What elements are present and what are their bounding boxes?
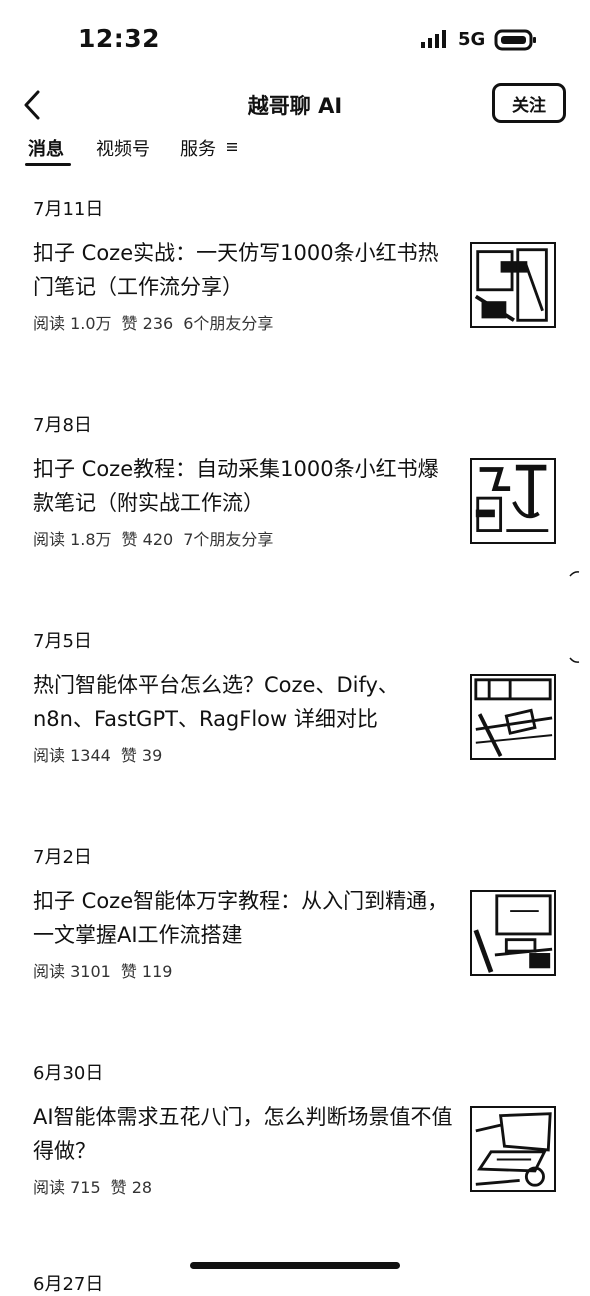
article-item[interactable]: 扣子 Coze教程：自动采集1000条小红书爆款笔记（附实战工作流） 阅读 1.…	[0, 448, 590, 558]
date-label-partial: 6月27日	[33, 1274, 104, 1295]
article-title: 扣子 Coze教程：自动采集1000条小红书爆款笔记（附实战工作流）	[33, 457, 439, 515]
active-tab-indicator	[25, 163, 71, 166]
read-count: 阅读 1.8万	[33, 530, 112, 549]
read-count: 阅读 1344	[33, 746, 111, 765]
date-label: 7月11日	[33, 199, 104, 220]
article-thumbnail-icon	[470, 242, 556, 328]
date-group: 7月5日 热门智能体平台怎么选？Coze、Dify、n8n、FastGPT、Ra…	[0, 602, 590, 818]
date-label: 7月2日	[33, 847, 92, 868]
article-thumbnail-icon	[470, 674, 556, 760]
date-group: 6月30日 AI智能体需求五花八门，怎么判断场景值不值得做？ 阅读 715 赞 2…	[0, 1034, 590, 1250]
article-title: AI智能体需求五花八门，怎么判断场景值不值得做？	[33, 1105, 453, 1163]
date-label: 7月5日	[33, 631, 92, 652]
article-stats: 阅读 1344 赞 39	[33, 742, 162, 766]
article-title: 热门智能体平台怎么选？Coze、Dify、n8n、FastGPT、RagFlow…	[33, 673, 399, 731]
article-title: 扣子 Coze实战：一天仿写1000条小红书热门笔记（工作流分享）	[33, 241, 439, 299]
like-count: 赞 236	[121, 314, 174, 333]
article-item[interactable]: 扣子 Coze智能体万字教程：从入门到精通，一文掌握AI工作流搭建 阅读 310…	[0, 880, 590, 990]
read-count: 阅读 1.0万	[33, 314, 112, 333]
menu-lines-icon[interactable]	[227, 142, 237, 152]
edge-mark-icon	[569, 657, 580, 663]
friend-shares: 7个朋友分享	[183, 530, 274, 549]
tab-services[interactable]: 服务	[180, 135, 216, 161]
article-item[interactable]: 扣子 Coze实战：一天仿写1000条小红书热门笔记（工作流分享） 阅读 1.0…	[0, 232, 590, 342]
article-item[interactable]: 热门智能体平台怎么选？Coze、Dify、n8n、FastGPT、RagFlow…	[0, 664, 590, 774]
like-count: 赞 420	[121, 530, 174, 549]
header: 越哥聊 AI 关注	[0, 80, 590, 130]
network-label: 5G	[458, 29, 486, 50]
article-stats: 阅读 1.0万赞 236 6个朋友分享	[33, 310, 273, 334]
date-group: 7月2日 扣子 Coze智能体万字教程：从入门到精通，一文掌握AI工作流搭建 阅…	[0, 818, 590, 1034]
article-thumbnail-icon	[470, 890, 556, 976]
edge-mark-icon	[569, 571, 580, 577]
status-time: 12:32	[78, 24, 161, 53]
date-group: 7月11日 扣子 Coze实战：一天仿写1000条小红书热门笔记（工作流分享） …	[0, 170, 590, 386]
signal-bars-icon	[421, 30, 446, 48]
article-stats: 阅读 1.8万赞 420 7个朋友分享	[33, 526, 273, 550]
tab-channels[interactable]: 视频号	[96, 135, 150, 161]
date-group: 7月8日 扣子 Coze教程：自动采集1000条小红书爆款笔记（附实战工作流） …	[0, 386, 590, 602]
tab-bar: 消息 视频号 服务	[0, 130, 590, 170]
follow-button[interactable]: 关注	[492, 83, 566, 123]
status-bar: 12:32 5G	[0, 0, 590, 80]
article-title: 扣子 Coze智能体万字教程：从入门到精通，一文掌握AI工作流搭建	[33, 889, 449, 947]
friend-shares: 6个朋友分享	[183, 314, 274, 333]
article-stats: 阅读 3101 赞 119	[33, 958, 172, 982]
date-label: 6月30日	[33, 1063, 104, 1084]
tab-messages[interactable]: 消息	[28, 135, 64, 161]
article-thumbnail-icon	[470, 1106, 556, 1192]
home-indicator[interactable]	[190, 1262, 400, 1269]
read-count: 阅读 715	[33, 1178, 101, 1197]
article-stats: 阅读 715 赞 28	[33, 1174, 152, 1198]
article-thumbnail-icon	[470, 458, 556, 544]
like-count: 赞 119	[120, 962, 173, 981]
date-label: 7月8日	[33, 415, 92, 436]
like-count: 赞 39	[120, 746, 163, 765]
like-count: 赞 28	[110, 1178, 153, 1197]
battery-icon	[494, 29, 536, 51]
article-item[interactable]: AI智能体需求五花八门，怎么判断场景值不值得做？ 阅读 715 赞 28	[0, 1096, 590, 1206]
read-count: 阅读 3101	[33, 962, 111, 981]
